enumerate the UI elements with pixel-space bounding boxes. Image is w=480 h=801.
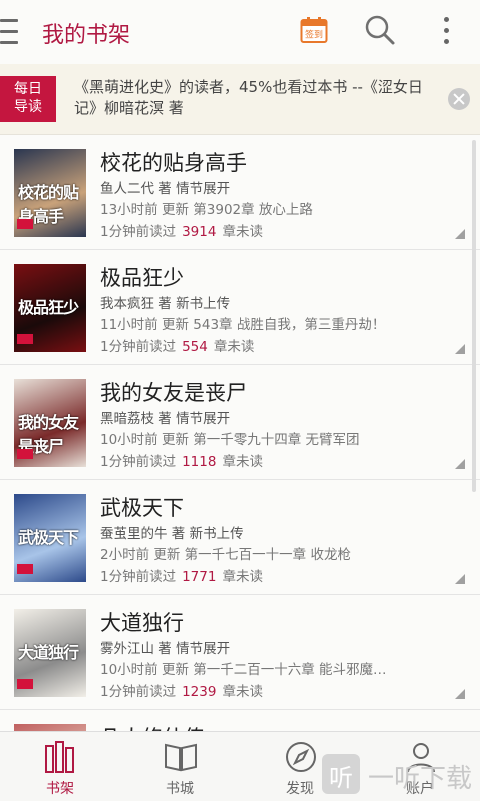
book-update-info: 13小时前 更新 第3902章 放心上路 [100, 202, 313, 218]
daily-recommendation-banner[interactable]: 每日 导读 《黑萌进化史》的读者，45%也看过本书 --《涩女日记》柳暗花溟 著 [0, 64, 480, 135]
book-read-progress: 1分钟前读过 3914 章未读 [100, 224, 263, 240]
book-title: 极品狂少 [100, 266, 184, 290]
options-corner-icon[interactable] [455, 689, 465, 699]
cover-title: 极品狂少 [18, 298, 79, 317]
cover-title: 大道独行 [18, 643, 79, 662]
publisher-tag [17, 679, 33, 689]
cover-title: 武极天下 [18, 528, 79, 547]
unread-count: 1771 [182, 569, 217, 585]
publisher-tag [17, 334, 33, 344]
publisher-tag [17, 219, 33, 229]
tab-bookshelf[interactable]: 书架 [0, 732, 120, 801]
tab-bookstore[interactable]: 书城 [120, 732, 240, 801]
book-row[interactable]: 大道独行 大道独行 雾外江山 著 情节展开 10小时前 更新 第一千二百一十六章 能斗… [0, 595, 480, 710]
book-author-status: 鱼人二代 著 情节展开 [100, 181, 231, 197]
book-row[interactable]: 武极天下 武极天下 蚕茧里的牛 著 新书上传 2小时前 更新 第一千七百一十一章 收龙… [0, 480, 480, 595]
options-corner-icon[interactable] [455, 344, 465, 354]
book-read-progress: 1分钟前读过 1118 章未读 [100, 454, 263, 470]
book-title: 我的女友是丧尸 [100, 381, 247, 405]
recommendation-text: 《黑萌进化史》的读者，45%也看过本书 --《涩女日记》柳暗花溟 著 [74, 78, 423, 117]
book-title: 大道独行 [100, 611, 184, 635]
bookshelf-list: 校花的贴身高手 校花的贴身高手 鱼人二代 著 情节展开 13小时前 更新 第3902章… [0, 135, 480, 731]
unread-count: 3914 [182, 224, 217, 240]
open-book-icon [165, 743, 197, 772]
unread-count: 1239 [182, 684, 217, 700]
book-row[interactable]: 校花的贴身高手 校花的贴身高手 鱼人二代 著 情节展开 13小时前 更新 第3902章… [0, 135, 480, 250]
book-title: 武极天下 [100, 496, 184, 520]
book-row[interactable]: 凡人修仙传 [0, 710, 480, 731]
book-author-status: 雾外江山 著 情节展开 [100, 641, 231, 657]
scrollbar[interactable] [472, 140, 476, 492]
book-author-status: 黑暗荔枝 著 情节展开 [100, 411, 231, 427]
page-title: 我的书架 [42, 23, 131, 48]
watermark-text: 一听下载 [368, 764, 473, 794]
book-row[interactable]: 我的女友是丧尸 我的女友是丧尸 黑暗荔枝 著 情节展开 10小时前 更新 第一千零九十… [0, 365, 480, 480]
book-update-info: 11小时前 更新 543章 战胜自我，第三重丹劫！ [100, 317, 386, 333]
book-title: 校花的贴身高手 [100, 151, 247, 175]
book-read-progress: 1分钟前读过 1771 章未读 [100, 569, 263, 585]
book-update-info: 10小时前 更新 第一千零九十四章 无臂军团 [100, 432, 360, 448]
tab-bookshelf-label: 书架 [46, 781, 74, 797]
book-cover[interactable]: 校花的贴身高手 [14, 149, 86, 237]
book-cover[interactable]: 大道独行 [14, 609, 86, 697]
book-title: 凡人修仙传 [100, 722, 205, 731]
book-update-info: 2小时前 更新 第一千七百一十一章 收龙枪 [100, 547, 351, 563]
options-corner-icon[interactable] [455, 574, 465, 584]
unread-count: 1118 [182, 454, 217, 470]
watermark-badge: 听 [322, 754, 360, 794]
menu-icon[interactable] [0, 19, 18, 45]
checkin-label: 签到 [305, 29, 323, 41]
checkin-calendar-icon[interactable]: 签到 [300, 16, 328, 44]
top-bar: 我的书架 签到 [0, 0, 480, 65]
book-cover[interactable]: 极品狂少 [14, 264, 86, 352]
book-read-progress: 1分钟前读过 1239 章未读 [100, 684, 263, 700]
search-icon[interactable] [364, 14, 396, 46]
publisher-tag [17, 449, 33, 459]
book-cover[interactable] [14, 724, 86, 731]
options-corner-icon[interactable] [455, 459, 465, 469]
book-row[interactable]: 极品狂少 极品狂少 我本疯狂 著 新书上传 11小时前 更新 543章 战胜自我，第三… [0, 250, 480, 365]
publisher-tag [17, 564, 33, 574]
more-options-icon[interactable] [438, 16, 454, 46]
close-icon[interactable] [448, 88, 470, 110]
daily-guide-badge: 每日 导读 [0, 76, 56, 122]
bookshelf-icon [45, 741, 74, 773]
options-corner-icon[interactable] [455, 229, 465, 239]
tab-bookstore-label: 书城 [166, 781, 194, 797]
book-read-progress: 1分钟前读过 554 章未读 [100, 339, 255, 355]
book-cover[interactable]: 武极天下 [14, 494, 86, 582]
book-update-info: 10小时前 更新 第一千二百一十六章 能斗邪魔… [100, 662, 387, 678]
unread-count: 554 [182, 339, 208, 355]
book-author-status: 蚕茧里的牛 著 新书上传 [100, 526, 244, 542]
compass-icon [286, 742, 316, 772]
book-cover[interactable]: 我的女友是丧尸 [14, 379, 86, 467]
book-author-status: 我本疯狂 著 新书上传 [100, 296, 231, 312]
